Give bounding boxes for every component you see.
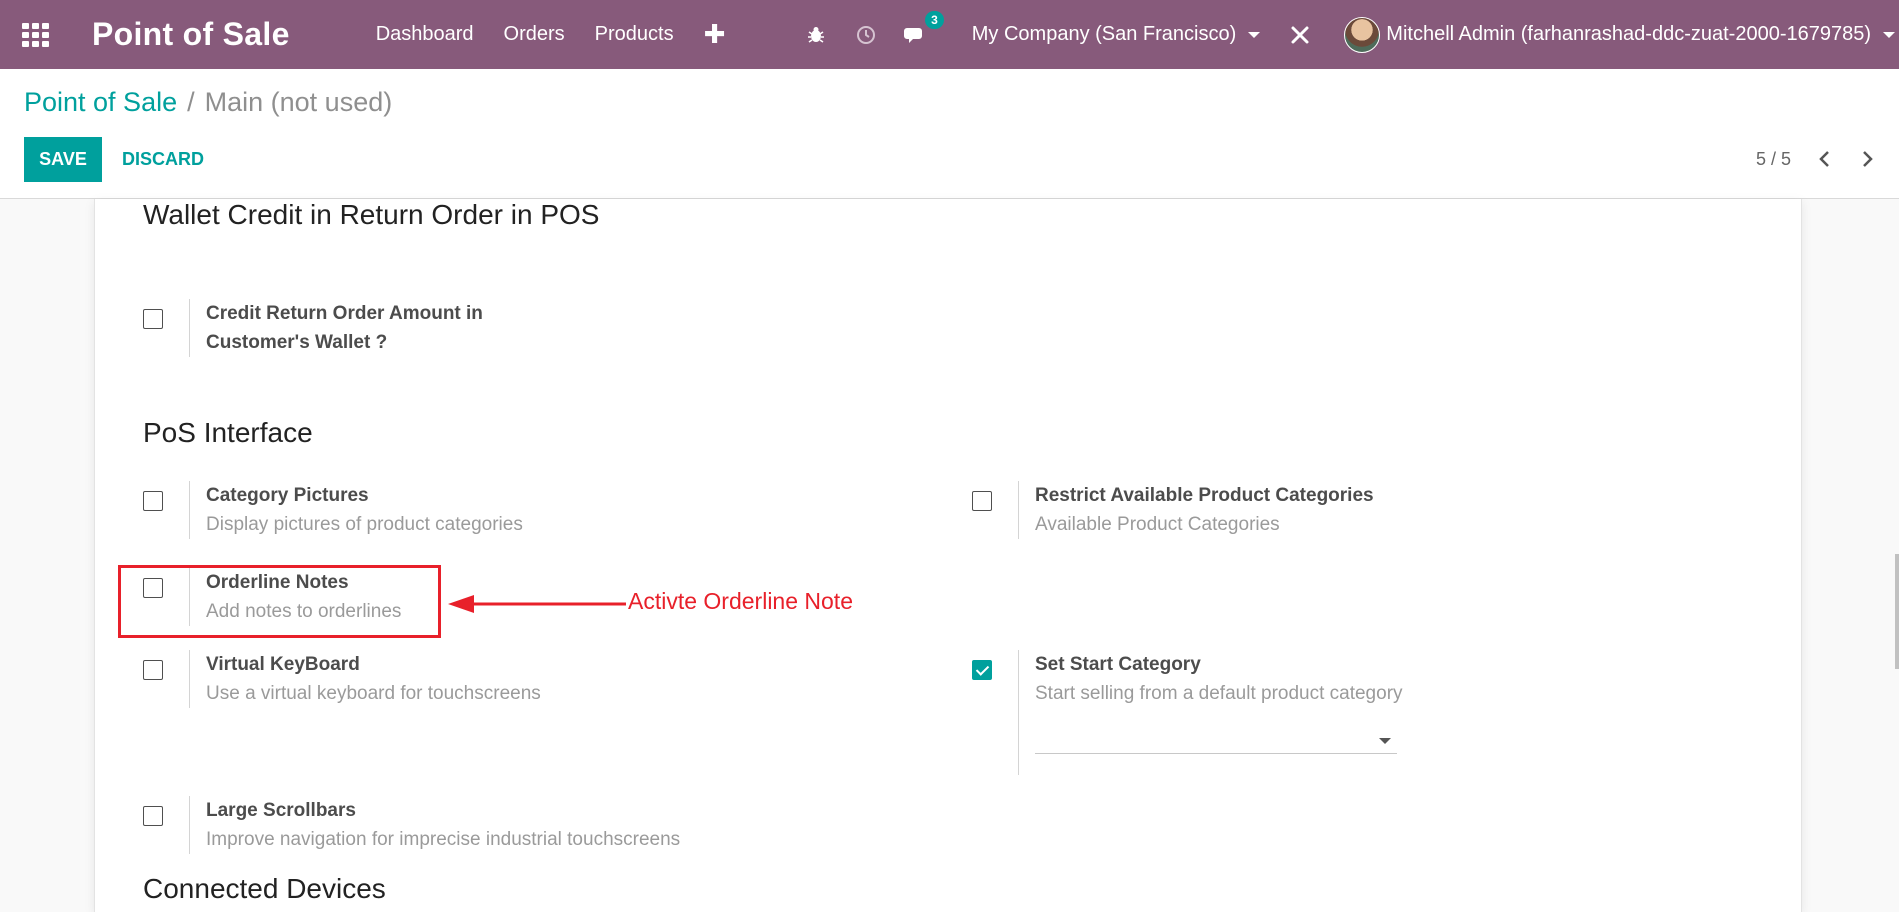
messages-count-badge: 3 xyxy=(925,10,944,29)
setting-help: Improve navigation for imprecise industr… xyxy=(206,829,681,850)
setting-body: Restrict Available Product Categories Av… xyxy=(1018,481,1374,539)
annotation-arrow-icon xyxy=(448,595,626,613)
restrict-categories-checkbox[interactable] xyxy=(972,491,992,511)
main-menu: Dashboard Orders Products ✚ xyxy=(376,19,726,50)
start-category-select[interactable] xyxy=(1035,726,1397,754)
navbar-systray: 3 My Company (San Francisco) Mitchell Ad… xyxy=(802,0,1899,69)
user-name: Mitchell Admin (farhanrashad-ddc-zuat-20… xyxy=(1386,23,1871,45)
setting-label: Category Pictures xyxy=(206,485,369,506)
setting-label: Virtual KeyBoard xyxy=(206,654,360,675)
clock-icon[interactable] xyxy=(852,21,880,49)
tools-icon[interactable] xyxy=(1286,21,1314,49)
setting-body: Category Pictures Display pictures of pr… xyxy=(189,481,523,539)
company-switcher[interactable]: My Company (San Francisco) xyxy=(972,23,1261,46)
menu-orders[interactable]: Orders xyxy=(504,23,565,46)
user-menu[interactable]: Mitchell Admin (farhanrashad-ddc-zuat-20… xyxy=(1344,16,1899,53)
section-title-wallet: Wallet Credit in Return Order in POS xyxy=(143,199,600,230)
setting-body: Set Start Category Start selling from a … xyxy=(1018,650,1403,775)
breadcrumb: Point of Sale / Main (not used) xyxy=(24,87,392,118)
setting-help: Display pictures of product categories xyxy=(206,514,523,535)
setting-label-line2: Customer's Wallet ? xyxy=(206,332,388,353)
breadcrumb-parent[interactable]: Point of Sale xyxy=(24,87,177,118)
chevron-right-icon[interactable] xyxy=(1855,147,1879,171)
menu-products[interactable]: Products xyxy=(595,23,674,46)
large-scrollbars-checkbox[interactable] xyxy=(143,806,163,826)
settings-sheet: Wallet Credit in Return Order in POS Cre… xyxy=(94,199,1802,912)
menu-dashboard[interactable]: Dashboard xyxy=(376,23,474,46)
breadcrumb-current: Main (not used) xyxy=(204,87,393,117)
virtual-keyboard-checkbox[interactable] xyxy=(143,660,163,680)
setting-label: Restrict Available Product Categories xyxy=(1035,485,1374,506)
annotation-text: Activte Orderline Note xyxy=(628,588,853,614)
category-pictures-checkbox[interactable] xyxy=(143,491,163,511)
setting-body: Large Scrollbars Improve navigation for … xyxy=(189,796,680,854)
setting-label: Large Scrollbars xyxy=(206,800,356,821)
app-brand[interactable]: Point of Sale xyxy=(92,16,290,53)
company-name: My Company (San Francisco) xyxy=(971,23,1237,45)
breadcrumb-separator: / xyxy=(187,87,195,117)
page-scrollbar[interactable] xyxy=(1894,199,1899,912)
setting-label: Set Start Category xyxy=(1035,654,1201,675)
start-category-checkbox[interactable] xyxy=(972,660,992,680)
setting-help: Start selling from a default product cat… xyxy=(1035,683,1403,704)
caret-down-icon xyxy=(1379,738,1391,744)
apps-menu-icon[interactable] xyxy=(22,22,52,47)
setting-help: Use a virtual keyboard for touchscreens xyxy=(206,683,541,704)
caret-down-icon xyxy=(1883,31,1895,38)
setting-label-line1: Credit Return Order Amount in xyxy=(206,303,483,324)
discard-button[interactable]: DISCARD xyxy=(122,137,204,182)
caret-down-icon xyxy=(1248,31,1261,38)
chevron-left-icon[interactable] xyxy=(1813,147,1837,171)
plus-icon[interactable]: ✚ xyxy=(704,19,726,50)
messages-icon[interactable]: 3 xyxy=(902,10,944,49)
save-button[interactable]: SAVE xyxy=(24,137,102,182)
section-title-devices: Connected Devices xyxy=(143,873,386,904)
setting-body: Credit Return Order Amount in Customer's… xyxy=(189,299,483,357)
pager-value[interactable]: 5 / 5 xyxy=(1756,149,1791,170)
top-navbar: Point of Sale Dashboard Orders Products … xyxy=(0,0,1899,69)
credit-return-checkbox[interactable] xyxy=(143,309,163,329)
setting-body: Virtual KeyBoard Use a virtual keyboard … xyxy=(189,650,541,708)
annotation-highlight-box xyxy=(118,565,441,638)
user-avatar xyxy=(1344,16,1381,53)
bug-icon[interactable] xyxy=(802,21,830,49)
section-title-interface: PoS Interface xyxy=(143,417,313,448)
setting-help: Available Product Categories xyxy=(1035,514,1280,535)
control-panel: Point of Sale / Main (not used) SAVE DIS… xyxy=(0,69,1899,199)
scrollbar-thumb[interactable] xyxy=(1895,554,1899,669)
